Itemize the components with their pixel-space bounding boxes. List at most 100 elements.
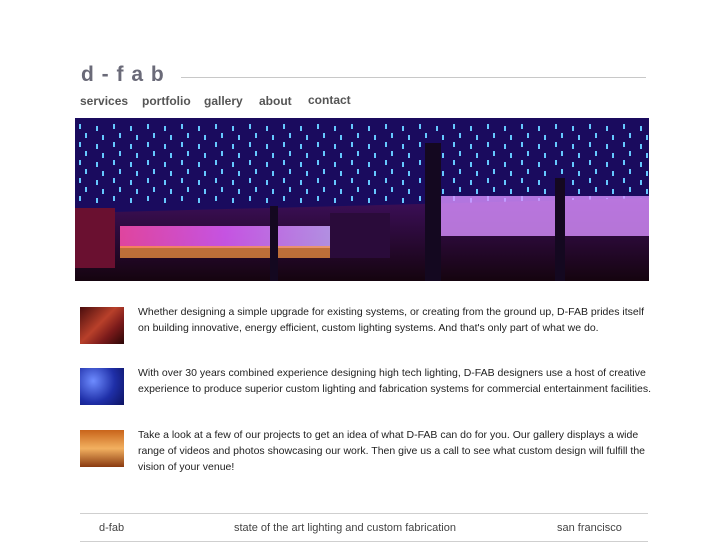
ceiling-light-dot [130,162,132,167]
thumbnail-blue-panels [80,368,124,405]
ceiling-light-dot [527,169,529,174]
ceiling-light-dot [136,135,138,140]
ceiling-light-dot [283,196,285,201]
ceiling-light-dot [646,189,648,194]
ceiling-light-dot [510,171,512,176]
ceiling-light-dot [374,171,376,176]
ceiling-light-dot [96,162,98,167]
ceiling-light-dot [317,178,319,183]
ceiling-light-dot [215,178,217,183]
ceiling-light-dot [340,171,342,176]
ceiling-light-dot [153,151,155,156]
nav-contact[interactable]: contact [308,93,351,107]
ceiling-light-dot [623,124,625,129]
ceiling-light-dot [300,162,302,167]
ceiling-light-dot [170,135,172,140]
ceiling-light-dot [470,144,472,149]
ceiling-light-dot [340,189,342,194]
ceiling-light-dot [181,160,183,165]
ceiling-light-dot [249,142,251,147]
ceiling-light-dot [606,162,608,167]
header-divider [181,77,646,78]
ceiling-light-dot [544,171,546,176]
ceiling-light-dot [119,169,121,174]
content-text-3: Take a look at a few of our projects to … [138,429,645,473]
ceiling-light-dot [402,144,404,149]
ceiling-light-dot [238,135,240,140]
ceiling-light-dot [351,196,353,201]
ceiling-light-dot [255,187,257,192]
ceiling-light-dot [504,144,506,149]
ceiling-light-dot [442,153,444,158]
ceiling-light-dot [198,126,200,131]
ceiling-light-dot [130,180,132,185]
ceiling-light-dot [113,196,115,201]
ceiling-light-dot [555,160,557,165]
nav-portfolio[interactable]: portfolio [142,94,191,108]
ceiling-light-dot [504,162,506,167]
ceiling-light-dot [453,124,455,129]
ceiling-light-dot [232,126,234,131]
ceiling-light-dot [351,142,353,147]
ceiling-light-dot [266,162,268,167]
ceiling-light-dot [544,135,546,140]
ceiling-light-dot [300,144,302,149]
ceiling-light-dot [572,144,574,149]
ceiling-light-dot [164,126,166,131]
ceiling-light-dot [561,169,563,174]
ceiling-light-dot [181,196,183,201]
ceiling-light-dot [493,169,495,174]
ceiling-light-dot [119,187,121,192]
ceiling-light-dot [419,196,421,201]
ceiling-light-dot [357,169,359,174]
ceiling-light-dot [419,142,421,147]
nav-gallery[interactable]: gallery [204,94,243,108]
ceiling-light-dot [238,189,240,194]
ceiling-light-dot [476,171,478,176]
ceiling-light-dot [629,133,631,138]
ceiling-light-dot [391,151,393,156]
ceiling-light-dot [555,142,557,147]
ceiling-light-dot [374,189,376,194]
footer-tagline: state of the art lighting and custom fab… [234,522,456,534]
ceiling-light-dot [79,124,81,129]
nav-services[interactable]: services [80,94,128,108]
ceiling-light-dot [96,126,98,131]
ceiling-light-dot [204,171,206,176]
ceiling-light-dot [170,153,172,158]
ceiling-light-dot [232,198,234,203]
ceiling-light-dot [340,135,342,140]
ceiling-light-dot [306,171,308,176]
ceiling-light-dot [204,189,206,194]
ceiling-light-dot [272,135,274,140]
ceiling-light-dot [300,180,302,185]
ceiling-light-dot [453,178,455,183]
ceiling-light-dot [442,189,444,194]
ceiling-light-dot [357,151,359,156]
nav-about[interactable]: about [259,94,292,108]
ceiling-light-dot [119,133,121,138]
ceiling-light-dot [589,178,591,183]
ceiling-light-dot [136,171,138,176]
ceiling-light-dot [408,189,410,194]
ceiling-light-dot [249,196,251,201]
ceiling-light-dot [255,151,257,156]
ceiling-light-dot [623,142,625,147]
ceiling-light-dot [589,142,591,147]
ceiling-light-dot [334,144,336,149]
ceiling-light-dot [521,160,523,165]
ceiling-light-dot [153,133,155,138]
ceiling-light-dot [538,180,540,185]
ceiling-light-dot [623,178,625,183]
ceiling-light-dot [521,124,523,129]
ceiling-light-dot [572,162,574,167]
ceiling-light-dot [527,151,529,156]
ceiling-light-dot [306,153,308,158]
ceiling-light-dot [510,189,512,194]
site-logo[interactable]: d - f a b [81,63,165,87]
ceiling-light-dot [215,160,217,165]
ceiling-light-dot [102,135,104,140]
ceiling-light-dot [442,171,444,176]
ceiling-light-dot [351,160,353,165]
ceiling-light-dot [204,135,206,140]
